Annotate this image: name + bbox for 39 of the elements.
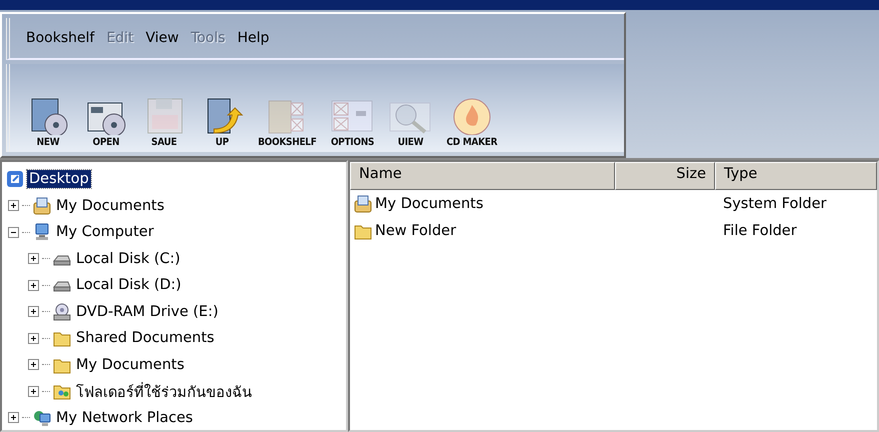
expand-icon[interactable] [28,306,39,318]
tree-item[interactable]: My Computer [54,223,156,242]
expand-icon[interactable] [8,412,19,424]
tree-item[interactable]: Shared Documents [74,329,216,348]
expand-icon[interactable] [8,200,19,212]
optical-drive-icon [53,302,71,321]
expand-icon[interactable] [28,253,39,264]
network-icon [33,408,51,427]
document-folder-icon [33,196,51,215]
tree-item[interactable]: My Documents [54,196,166,215]
file-type: System Folder [723,196,826,212]
tree-item[interactable]: โฟลเดอร์ที่ใช้ร่วมกันของฉัน [74,378,254,404]
expand-icon[interactable] [28,280,39,291]
toolbar-button[interactable]: OPEN [80,97,132,148]
expand-icon[interactable] [28,386,39,397]
toolbar-button[interactable]: NEW [22,97,74,148]
toolbar-button[interactable]: UP [196,97,248,148]
tree-item[interactable]: My Documents [74,356,186,374]
tree-item[interactable]: DVD-RAM Drive (E:) [74,302,220,321]
file-name[interactable]: My Documents [375,196,484,212]
tree-item[interactable]: My Network Places [54,408,195,427]
desktop-icon [6,170,24,188]
computer-icon [33,223,51,242]
column-header[interactable]: Type [715,162,877,190]
menu-item[interactable]: Bookshelf [26,30,94,46]
tree-item[interactable]: Local Disk (C:) [74,250,182,268]
column-header[interactable]: Size [615,162,715,190]
expand-icon[interactable] [28,359,39,370]
tree-item[interactable]: Desktop [27,170,91,188]
tree-item[interactable]: Local Disk (D:) [74,276,184,294]
column-header[interactable]: Name [350,162,615,190]
expand-icon[interactable] [28,332,39,344]
toolbar-button[interactable]: CD MAKER [442,97,502,148]
collapse-icon[interactable] [8,226,19,238]
menu-item[interactable]: View [146,30,179,46]
menu-item[interactable]: Help [237,30,270,46]
document-folder-icon [354,194,372,212]
file-name[interactable]: New Folder [375,222,456,238]
file-type: File Folder [723,222,797,238]
